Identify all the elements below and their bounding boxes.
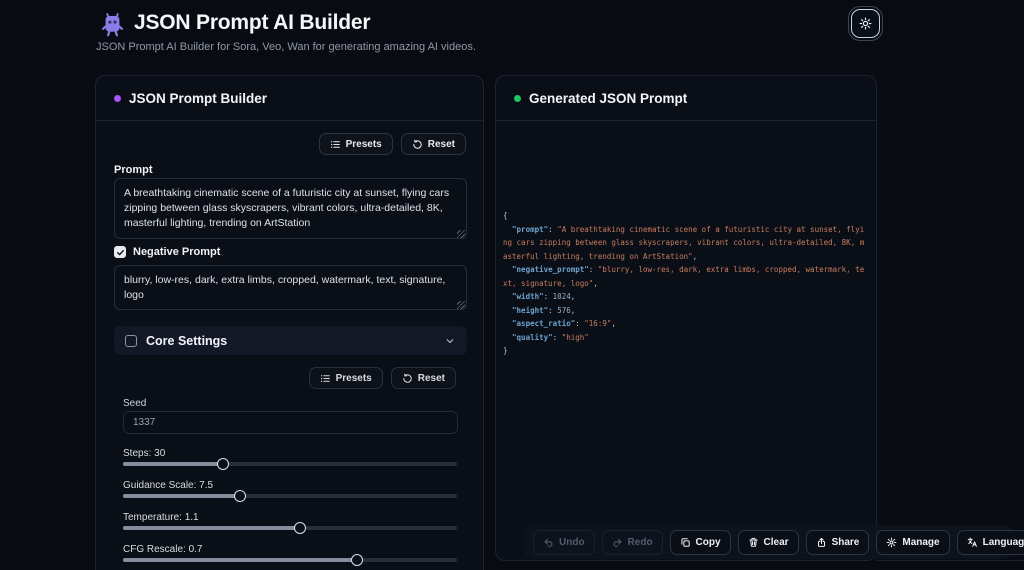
share-icon: [816, 537, 827, 548]
clear-button[interactable]: Clear: [738, 530, 799, 555]
gear-icon: [886, 537, 897, 548]
purple-status-dot: [114, 95, 121, 102]
page-subtitle: JSON Prompt AI Builder for Sora, Veo, Wa…: [96, 41, 476, 53]
core-settings-title: Core Settings: [146, 334, 227, 348]
reset-button-label: Reset: [428, 139, 455, 150]
page-title: JSON Prompt AI Builder: [134, 11, 370, 35]
toolbar-buttons: Undo Redo Copy Clear Share Manage Langua…: [533, 530, 1024, 555]
slider-track[interactable]: [123, 526, 457, 530]
slider-thumb[interactable]: [217, 458, 229, 470]
slider-thumb[interactable]: [294, 522, 306, 534]
builder-panel-title: JSON Prompt Builder: [129, 91, 267, 106]
reset-button[interactable]: Reset: [401, 133, 466, 155]
output-panel: Generated JSON Prompt { "prompt": "A bre…: [495, 75, 877, 561]
output-panel-title: Generated JSON Prompt: [529, 91, 687, 106]
core-settings-header[interactable]: Core Settings: [114, 326, 467, 355]
manage-button[interactable]: Manage: [876, 530, 949, 555]
seed-label: Seed: [123, 398, 146, 409]
slider-thumb[interactable]: [234, 490, 246, 502]
slider-fill: [123, 462, 223, 466]
slider-guidance-scale: Guidance Scale: 7.5: [123, 480, 457, 512]
action-toolbar: Undo Redo Copy Clear Share Manage Langua…: [524, 525, 1013, 559]
slider-steps: Steps: 30: [123, 448, 457, 480]
language-button[interactable]: Language: [957, 530, 1024, 555]
copy-button[interactable]: Copy: [670, 530, 731, 555]
undo-icon: [543, 537, 554, 548]
undo-button[interactable]: Undo: [533, 530, 595, 555]
copy-icon: [680, 537, 691, 548]
chevron-down-icon[interactable]: [444, 335, 456, 347]
core-presets-button-label: Presets: [336, 373, 372, 384]
list-icon: [320, 373, 331, 384]
trash-icon: [748, 537, 759, 548]
negative-prompt-toggle-row: Negative Prompt: [114, 246, 220, 258]
core-settings-actions: Presets Reset: [309, 367, 456, 389]
divider: [877, 560, 1024, 561]
list-icon: [330, 139, 341, 150]
translate-icon: [967, 537, 978, 548]
app-root: JSON Prompt AI Builder JSON Prompt AI Bu…: [0, 0, 1024, 570]
green-status-dot: [514, 95, 521, 102]
slider-label: Steps: 30: [123, 448, 165, 459]
reset-icon: [412, 139, 423, 150]
share-button[interactable]: Share: [806, 530, 870, 555]
builder-panel-header: JSON Prompt Builder: [96, 76, 483, 121]
builder-panel: JSON Prompt Builder Presets Reset Prompt…: [95, 75, 484, 570]
slider-temperature: Temperature: 1.1: [123, 512, 457, 544]
core-settings-sliders: Steps: 30 Guidance Scale: 7.5 Temperatur…: [123, 448, 457, 570]
core-reset-button[interactable]: Reset: [391, 367, 456, 389]
slider-fill: [123, 526, 300, 530]
prompt-textarea[interactable]: A breathtaking cinematic scene of a futu…: [114, 178, 467, 239]
slider-fill: [123, 494, 240, 498]
core-reset-button-label: Reset: [418, 373, 445, 384]
negative-prompt-textarea[interactable]: blurry, low-res, dark, extra limbs, crop…: [114, 265, 467, 310]
slider-track[interactable]: [123, 558, 457, 562]
slider-track[interactable]: [123, 494, 457, 498]
slider-label: Guidance Scale: 7.5: [123, 480, 213, 491]
redo-button[interactable]: Redo: [602, 530, 663, 555]
sun-icon: [859, 17, 872, 30]
robot-icon: [99, 12, 126, 39]
reset-icon: [402, 373, 413, 384]
check-icon: [116, 248, 125, 257]
slider-cfg-rescale: CFG Rescale: 0.7: [123, 544, 457, 570]
seed-input[interactable]: [123, 411, 458, 434]
presets-button-label: Presets: [346, 139, 382, 150]
slider-label: CFG Rescale: 0.7: [123, 544, 202, 555]
core-presets-button[interactable]: Presets: [309, 367, 383, 389]
builder-actions: Presets Reset: [319, 133, 466, 155]
slider-track[interactable]: [123, 462, 457, 466]
negative-prompt-checkbox[interactable]: [114, 246, 126, 258]
output-panel-header: Generated JSON Prompt: [496, 76, 876, 121]
core-settings-checkbox[interactable]: [125, 335, 137, 347]
generated-json-code: { "prompt": "A breathtaking cinematic sc…: [496, 196, 876, 358]
negative-prompt-label: Negative Prompt: [133, 246, 220, 258]
prompt-label: Prompt: [114, 164, 153, 176]
slider-label: Temperature: 1.1: [123, 512, 199, 523]
slider-fill: [123, 558, 357, 562]
presets-button[interactable]: Presets: [319, 133, 393, 155]
slider-thumb[interactable]: [351, 554, 363, 566]
theme-toggle-button[interactable]: [851, 9, 880, 38]
redo-icon: [612, 537, 623, 548]
chevron-down-icon: [444, 335, 456, 347]
